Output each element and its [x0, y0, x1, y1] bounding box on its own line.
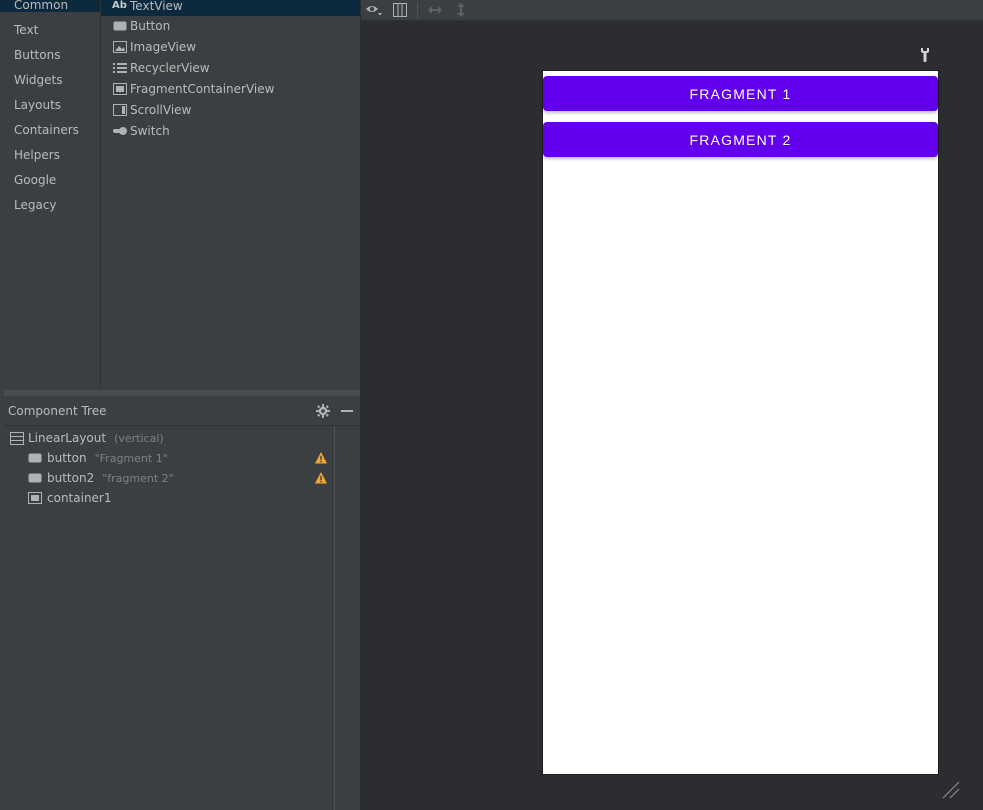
device-preview: FRAGMENT 1 FRAGMENT 2 — [543, 71, 938, 774]
palette-category-layouts[interactable]: Layouts — [0, 99, 61, 124]
fragment2-button[interactable]: FRAGMENT 2 — [543, 122, 938, 157]
tree-node-name: LinearLayout — [28, 431, 107, 445]
warning-icon[interactable] — [314, 471, 328, 485]
gear-icon[interactable] — [316, 403, 330, 418]
tree-node-linearlayout[interactable]: LinearLayout (vertical) — [10, 428, 164, 448]
palette-category-buttons[interactable]: Buttons — [0, 49, 60, 74]
toolbar-separator — [417, 2, 418, 18]
palette-item-recyclerview[interactable]: RecyclerView — [101, 57, 360, 78]
palette-category-legacy[interactable]: Legacy — [0, 199, 57, 224]
component-tree-panel: Component Tree LinearLayout (vertical) b… — [4, 396, 360, 810]
scrollview-icon — [112, 103, 127, 116]
palette-categories: Common Text Buttons Widgets Layouts Cont… — [0, 0, 100, 390]
palette-category-label: Containers — [14, 123, 79, 137]
palette-item-button[interactable]: Button — [101, 15, 360, 36]
palette-item-label: ImageView — [130, 39, 197, 54]
component-tree-title: Component Tree — [8, 403, 107, 418]
layout-columns-icon[interactable] — [391, 2, 409, 18]
eye-icon[interactable] — [365, 2, 383, 18]
fragment1-button[interactable]: FRAGMENT 1 — [543, 76, 938, 111]
warning-icon[interactable] — [314, 451, 328, 465]
palette-category-label: Layouts — [14, 98, 62, 112]
tree-node-button2[interactable]: button2 "fragment 2" — [28, 468, 174, 488]
palette-item-label: RecyclerView — [130, 60, 210, 75]
resize-handle-icon[interactable] — [939, 778, 961, 800]
tree-node-hint: (vertical) — [114, 431, 164, 445]
palette-item-label: Button — [130, 18, 171, 33]
palette-category-label: Legacy — [14, 198, 57, 212]
linearlayout-icon — [10, 431, 24, 445]
button-icon — [28, 453, 42, 463]
horizontal-resize-icon[interactable] — [426, 2, 444, 18]
palette-category-helpers[interactable]: Helpers — [0, 149, 60, 174]
design-toolbar — [361, 0, 983, 21]
button-icon — [112, 19, 127, 32]
fragmentcontainer-icon — [28, 492, 42, 504]
palette-item-scrollview[interactable]: ScrollView — [101, 99, 360, 120]
recyclerview-icon — [112, 61, 127, 74]
palette-category-containers[interactable]: Containers — [0, 124, 79, 149]
design-surface: FRAGMENT 1 FRAGMENT 2 — [361, 0, 983, 810]
palette-items: Ab TextView Button ImageView RecyclerVie… — [101, 0, 360, 390]
button-icon — [28, 473, 42, 483]
imageview-icon — [112, 40, 127, 53]
palette-category-label: Common — [14, 0, 69, 12]
component-tree-body: LinearLayout (vertical) button "Fragment… — [4, 426, 360, 810]
component-tree-actions — [316, 403, 354, 418]
palette-category-widgets[interactable]: Widgets — [0, 74, 63, 99]
palette-item-label: TextView — [130, 0, 183, 13]
tree-node-name: button — [47, 451, 87, 465]
palette-item-label: Switch — [130, 123, 170, 138]
palette-item-label: FragmentContainerView — [130, 81, 275, 96]
palette-category-text[interactable]: Text — [0, 24, 38, 49]
tree-node-container1[interactable]: container1 — [28, 488, 112, 508]
palette-item-switch[interactable]: Switch — [101, 120, 360, 141]
palette-category-label: Widgets — [14, 73, 63, 87]
palette-item-label: ScrollView — [130, 102, 192, 117]
component-tree-header: Component Tree — [4, 396, 360, 426]
textview-icon: Ab — [112, 0, 127, 11]
switch-icon — [112, 124, 127, 137]
palette-category-google[interactable]: Google — [0, 174, 56, 199]
minimize-icon[interactable] — [340, 404, 354, 418]
palette-item-imageview[interactable]: ImageView — [101, 36, 360, 57]
tree-node-name: button2 — [47, 471, 95, 485]
tree-node-button[interactable]: button "Fragment 1" — [28, 448, 168, 468]
vertical-resize-icon[interactable] — [452, 2, 470, 18]
palette-item-fragmentcontainerview[interactable]: FragmentContainerView — [101, 78, 360, 99]
fragmentcontainerview-icon — [112, 82, 127, 95]
palette-category-label: Text — [14, 23, 39, 37]
wrench-icon[interactable] — [918, 47, 932, 63]
tree-node-hint: "fragment 2" — [102, 471, 174, 485]
palette-category-label: Helpers — [14, 148, 60, 162]
tree-node-hint: "Fragment 1" — [94, 451, 168, 465]
component-tree-scroll-divider — [334, 426, 335, 810]
palette-category-common[interactable]: Common — [0, 0, 100, 12]
palette-category-label: Google — [14, 173, 57, 187]
palette-item-textview[interactable]: Ab TextView — [101, 0, 360, 16]
palette-panel: Common Text Buttons Widgets Layouts Cont… — [0, 0, 360, 390]
palette-category-label: Buttons — [14, 48, 61, 62]
tree-node-name: container1 — [47, 491, 112, 505]
